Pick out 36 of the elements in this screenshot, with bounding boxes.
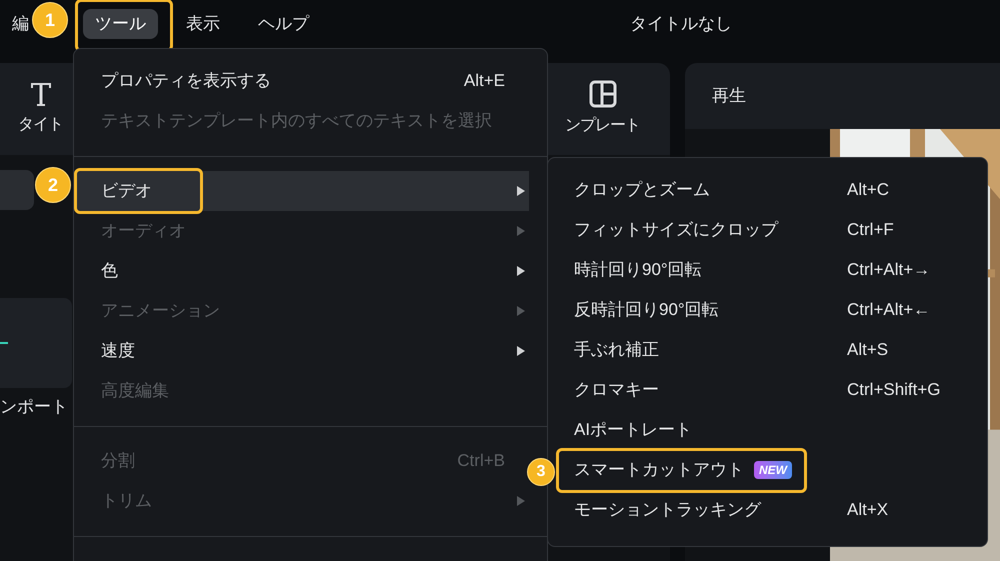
preview-title: 再生 [712, 85, 746, 108]
menu-item[interactable]: ビデオ [74, 171, 529, 211]
import-label: ンポート [0, 396, 68, 418]
menu-item[interactable]: 時計回り90°回転 Ctrl+Alt+→ [556, 250, 987, 290]
menubar-item[interactable]: 編 [10, 9, 31, 39]
tool-label[interactable]: タイト [18, 113, 63, 137]
shortcut-label: Alt+E [464, 70, 505, 92]
menu-item[interactable]: 反時計回り90°回転 Ctrl+Alt+← [556, 290, 987, 330]
window-title: タイトルなし [630, 13, 732, 36]
shortcut-label: Ctrl+Alt+→ [847, 259, 930, 282]
menu-item[interactable]: AIポートレート [556, 410, 987, 450]
new-badge: NEW [754, 461, 792, 479]
shortcut-label: Ctrl+Alt+← [847, 299, 930, 322]
shortcut-label: Alt+C [847, 179, 890, 202]
text-icon[interactable] [28, 81, 52, 107]
dash-icon [0, 342, 8, 344]
menu-item[interactable]: クロップとズーム Alt+C [556, 170, 987, 210]
menu-item[interactable]: クロマキー Ctrl+Shift+G [556, 370, 987, 410]
menubar-item[interactable]: ヘルプ [248, 9, 319, 39]
layout-icon[interactable] [588, 80, 616, 108]
shortcut-label: Ctrl+B [457, 450, 505, 472]
callout-badge: 1 [32, 2, 68, 38]
shortcut-label: Alt+S [847, 339, 888, 362]
shortcut-label: Alt+X [847, 499, 888, 522]
menu-item[interactable]: フィットサイズにクロップ Ctrl+F [556, 210, 987, 250]
menu-item[interactable]: 手ぶれ補正 Alt+S [556, 330, 987, 370]
tool-label[interactable]: ンプレート [565, 114, 640, 138]
menu-item[interactable]: モーショントラッキング Alt+X [556, 490, 987, 530]
shortcut-label: Ctrl+Shift+G [847, 379, 941, 402]
menubar-item[interactable]: ツール [83, 9, 158, 39]
menubar-item[interactable]: 表示 [176, 9, 230, 39]
menu-item[interactable]: 速度 [74, 331, 529, 371]
shortcut-label: Ctrl+F [847, 219, 894, 242]
menu-item[interactable]: スマートカットアウト NEW [556, 450, 987, 490]
menu-item[interactable]: 色 [74, 251, 529, 291]
menu-item[interactable]: プロパティを表示する Alt+E [74, 61, 529, 101]
